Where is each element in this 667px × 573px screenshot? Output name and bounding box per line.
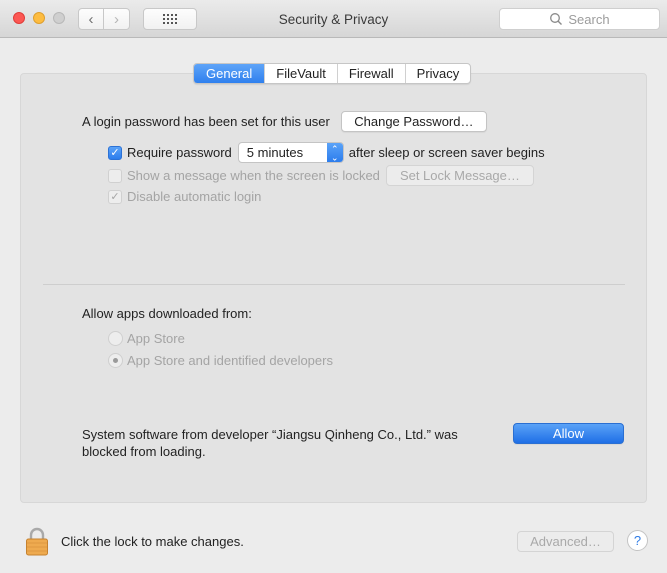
show-message-label: Show a message when the screen is locked — [127, 168, 380, 183]
tab-privacy[interactable]: Privacy — [404, 64, 471, 83]
radio-identified-label: App Store and identified developers — [127, 353, 333, 368]
require-password-checkbox[interactable]: ✓ — [108, 145, 122, 160]
radio-selected-dot — [113, 358, 118, 363]
require-password-label: Require password — [127, 145, 232, 160]
radio-app-store-identified[interactable] — [108, 353, 123, 368]
search-field[interactable]: Search — [499, 8, 660, 30]
tab-filevault[interactable]: FileVault — [264, 64, 337, 83]
question-mark-icon: ? — [633, 533, 642, 548]
checkmark-icon: ✓ — [110, 147, 120, 159]
require-password-row: ✓ Require password 5 minutes ⌃ ⌃ after sl… — [108, 142, 545, 163]
radio-app-store-label: App Store — [127, 331, 185, 346]
radio-app-store-row: App Store — [108, 331, 185, 346]
disable-auto-login-checkbox[interactable]: ✓ — [108, 189, 122, 204]
tab-general[interactable]: General — [194, 64, 265, 83]
advanced-button[interactable]: Advanced… — [517, 531, 614, 552]
radio-app-store[interactable] — [108, 331, 123, 346]
tab-bar: General FileVault Firewall Privacy — [193, 63, 472, 84]
require-password-delay-select[interactable]: 5 minutes ⌃ ⌃ — [237, 142, 344, 163]
radio-identified-row: App Store and identified developers — [108, 353, 333, 368]
require-password-suffix: after sleep or screen saver begins — [348, 145, 545, 160]
show-message-row: Show a message when the screen is locked… — [108, 165, 534, 186]
title-bar: ‹ › Security & Privacy Search — [0, 0, 667, 38]
search-icon — [550, 13, 563, 25]
select-value: 5 minutes — [246, 145, 304, 160]
change-password-button[interactable]: Change Password… — [340, 111, 487, 132]
lock-icon[interactable] — [25, 526, 49, 556]
login-password-text: A login password has been set for this u… — [82, 114, 330, 129]
show-message-checkbox[interactable] — [108, 168, 122, 183]
blocked-software-message: System software from developer “Jiangsu … — [82, 427, 458, 459]
search-placeholder: Search — [568, 11, 610, 27]
disable-auto-login-row: ✓ Disable automatic login — [108, 189, 261, 204]
lock-text: Click the lock to make changes. — [61, 534, 244, 549]
lock-text-row: Click the lock to make changes. — [61, 534, 244, 549]
updown-chevron-icon: ⌃ ⌃ — [326, 143, 343, 162]
section-divider — [43, 284, 625, 285]
disable-auto-login-label: Disable automatic login — [127, 189, 262, 204]
gatekeeper-heading-row: Allow apps downloaded from: — [82, 306, 252, 321]
help-button[interactable]: ? — [627, 530, 648, 551]
allow-button[interactable]: Allow — [513, 423, 624, 444]
tab-firewall[interactable]: Firewall — [336, 64, 405, 83]
checkmark-icon: ✓ — [110, 191, 120, 203]
gatekeeper-heading: Allow apps downloaded from: — [82, 306, 252, 321]
set-lock-message-button[interactable]: Set Lock Message… — [385, 165, 534, 186]
login-password-row: A login password has been set for this u… — [82, 111, 487, 132]
